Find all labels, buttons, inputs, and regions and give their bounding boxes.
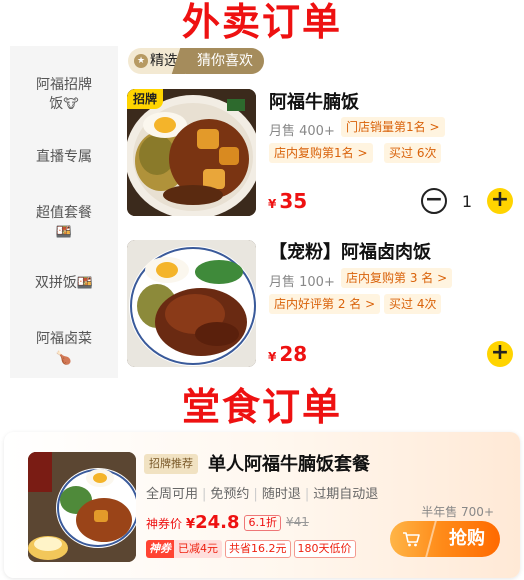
half-year-sales: 半年售 700+ xyxy=(421,505,494,519)
feature-label: 免预约 xyxy=(210,487,250,502)
sidebar-item-label: 直播专属 xyxy=(36,149,92,165)
sidebar-item-live-exclusive[interactable]: 直播专属 xyxy=(10,148,118,167)
price-value: 24.8 xyxy=(195,512,240,533)
set-meal-name[interactable]: 单人阿福牛腩饭套餐 xyxy=(208,450,370,476)
signature-badge: 招牌 xyxy=(127,89,163,109)
lowest-price-tag: 180天低价 xyxy=(293,540,356,558)
snap-up-button[interactable]: 抢购 xyxy=(390,521,500,557)
drumstick-icon: 🍗 xyxy=(55,351,73,366)
item-name[interactable]: 阿福牛腩饭 xyxy=(269,88,359,114)
dine-in-deal-card[interactable]: 招牌推荐 单人阿福牛腩饭套餐 全周可用 | 免预约 | 随时退 | 过期自动退 半年售 70… xyxy=(4,432,520,578)
braised-pork-rice-photo[interactable] xyxy=(127,240,256,367)
dine-in-orders-title: 堂食订单 xyxy=(181,385,342,429)
super-coupon-tag: 神券 已减4元 xyxy=(146,540,222,558)
braised-pork-rice-image xyxy=(127,240,256,367)
repurchase-rank-tag[interactable]: 店内复购第1名 > xyxy=(269,143,373,163)
currency-symbol: ¥ xyxy=(268,350,277,364)
sidebar-item-label: 阿福卤菜 xyxy=(36,331,92,347)
item-monthly-sales: 月售 400+ xyxy=(269,124,335,139)
coupon-price: 神券价 ¥24.8 6.1折 ¥41 xyxy=(146,512,309,533)
sidebar-item-double-rice[interactable]: 双拼饭🍱 xyxy=(10,274,118,293)
item-price: ¥28 xyxy=(268,342,307,366)
price-value: 35 xyxy=(279,189,308,213)
tab-guess-you-like[interactable]: 猜你喜欢 xyxy=(186,48,264,74)
item-monthly-sales: 月售 100+ xyxy=(269,275,335,290)
set-meal-image xyxy=(28,452,136,562)
bought-times-tag: 买过 4次 xyxy=(384,294,442,314)
currency-symbol: ¥ xyxy=(186,517,196,532)
add-to-cart-button[interactable]: + xyxy=(487,341,513,367)
bento-icon: 🍱 xyxy=(76,276,94,291)
recommend-badge: 招牌推荐 xyxy=(144,454,198,474)
quantity-value: 1 xyxy=(461,192,473,211)
usage-features: 全周可用 | 免预约 | 随时退 | 过期自动退 xyxy=(146,487,379,502)
filter-tabs: ★ 精选 猜你喜欢 xyxy=(128,48,264,74)
sidebar-item-label: 阿福招牌 xyxy=(36,77,92,93)
delivery-orders-title: 外卖订单 xyxy=(181,0,342,44)
price-value: 28 xyxy=(279,342,308,366)
original-price: ¥41 xyxy=(285,515,309,529)
increase-quantity-button[interactable]: + xyxy=(487,188,513,214)
cart-icon xyxy=(402,530,420,548)
review-rank-tag[interactable]: 店内好评第 2 名 > xyxy=(269,294,381,314)
item-name[interactable]: 【宠粉】阿福卤肉饭 xyxy=(269,238,431,264)
set-meal-photo[interactable] xyxy=(28,452,136,562)
store-sales-rank-tag[interactable]: 门店销量第1名 > xyxy=(341,117,445,137)
bought-times-tag: 买过 6次 xyxy=(384,143,442,163)
bento-icon: 🍱 xyxy=(55,225,73,240)
tab-label: 猜你喜欢 xyxy=(197,53,253,69)
total-saved-tag: 共省16.2元 xyxy=(225,540,291,558)
feature-label: 过期自动退 xyxy=(313,487,379,502)
beef-brisket-rice-photo[interactable]: 招牌 xyxy=(127,89,256,216)
item-price: ¥35 xyxy=(268,189,307,213)
snap-up-label: 抢购 xyxy=(449,528,485,549)
category-sidebar: 阿福招牌 饭🐮 直播专属 超值套餐 🍱 双拼饭🍱 阿福卤菜 🍗 xyxy=(10,46,118,378)
coupon-price-label: 神券价 xyxy=(146,517,183,531)
super-coupon-label: 神券 xyxy=(146,540,174,558)
sidebar-item-value-set[interactable]: 超值套餐 🍱 xyxy=(10,204,118,242)
promo-tags: 神券 已减4元 共省16.2元 180天低价 xyxy=(146,540,359,558)
feature-label: 全周可用 xyxy=(146,487,199,502)
discount-badge: 6.1折 xyxy=(244,515,281,531)
cow-icon: 🐮 xyxy=(63,97,79,112)
feature-label: 随时退 xyxy=(261,487,301,502)
sidebar-item-label: 双拼饭 xyxy=(34,275,77,291)
repurchase-rank-tag[interactable]: 店内复购第 3 名 > xyxy=(341,268,453,288)
coupon-reduction: 已减4元 xyxy=(174,540,222,558)
crown-icon: ★ xyxy=(134,54,148,68)
sidebar-item-braised-dishes[interactable]: 阿福卤菜 🍗 xyxy=(10,330,118,368)
sidebar-item-label: 超值套餐 xyxy=(36,205,92,221)
currency-symbol: ¥ xyxy=(268,197,277,211)
sidebar-item-signature-rice[interactable]: 阿福招牌 饭🐮 xyxy=(10,76,118,114)
sidebar-item-label-line2: 饭 xyxy=(49,96,64,112)
decrease-quantity-button[interactable]: − xyxy=(421,188,447,214)
